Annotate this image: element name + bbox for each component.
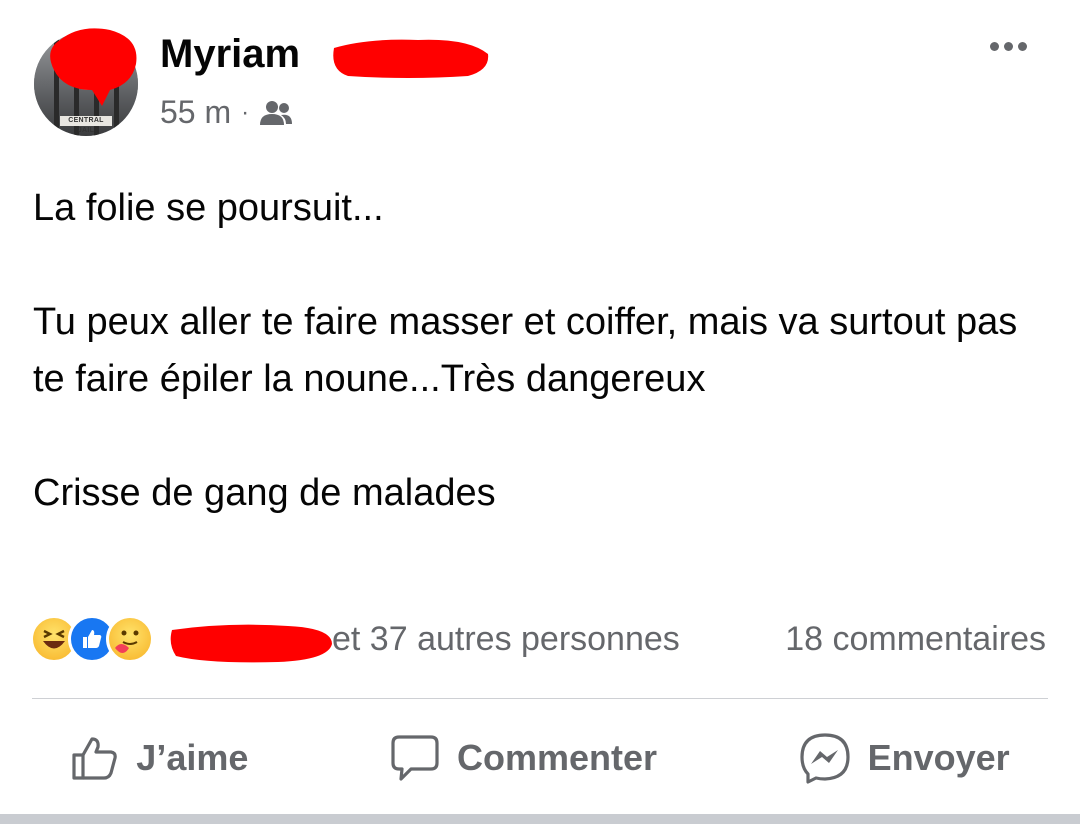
send-button[interactable]: Envoyer (798, 731, 1010, 785)
comment-label: Commenter (456, 737, 658, 778)
comment-bubble-icon (391, 735, 439, 781)
dot-icon (1017, 41, 1027, 51)
send-label: Envoyer (867, 737, 1010, 778)
comments-count[interactable]: 18 commentaires (785, 620, 1046, 659)
dot-icon (1003, 41, 1013, 51)
more-options-button[interactable] (984, 30, 1032, 62)
friends-icon[interactable] (259, 100, 293, 126)
like-button[interactable]: J’aime (70, 733, 248, 783)
comment-button[interactable]: Commenter (389, 733, 657, 783)
post-body: La folie se poursuit... Tu peux aller te… (33, 180, 1043, 522)
post-paragraph: La folie se poursuit... (33, 187, 384, 229)
dot-icon (989, 41, 999, 51)
meta-separator: · (241, 98, 250, 126)
action-bar: J’aime Commenter Envoyer (0, 712, 1080, 804)
redaction-mark (170, 624, 332, 663)
divider (32, 698, 1048, 699)
author-name[interactable]: Myriam (160, 32, 300, 77)
care-icon (106, 615, 154, 663)
timestamp[interactable]: 55 m (160, 94, 231, 131)
reaction-icons[interactable] (30, 612, 154, 666)
post-paragraph: Crisse de gang de malades (33, 472, 496, 514)
messenger-icon (800, 733, 850, 784)
redaction-mark (50, 28, 137, 106)
thumbs-up-icon (72, 737, 118, 780)
redaction-mark (333, 39, 489, 78)
post-meta: 55 m · (160, 94, 293, 131)
post-paragraph: Tu peux aller te faire masser et coiffer… (33, 301, 1018, 400)
feed-separator (0, 814, 1080, 824)
reactors-text[interactable]: et 37 autres personnes (332, 620, 680, 659)
avatar-caption: CENTRAL JAIL (60, 116, 112, 134)
like-label: J’aime (136, 737, 249, 778)
